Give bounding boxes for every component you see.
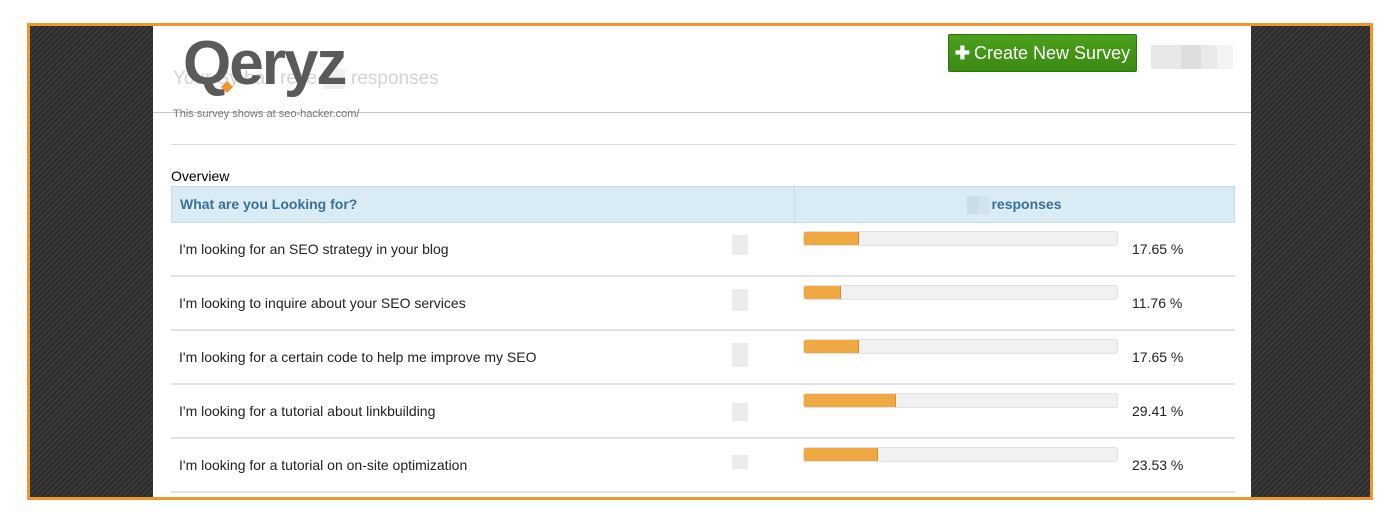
percent-value: 23.53 % (1132, 457, 1184, 473)
create-new-survey-button[interactable]: ✚ Create New Survey (948, 34, 1137, 72)
qeryz-logo[interactable]: Qeryz (183, 26, 393, 98)
total-responses-mask (967, 196, 990, 215)
screenshot-frame: Your Sy has rece responses Qeryz This sur… (27, 23, 1373, 500)
results-table: What are you Looking for? responses I'm … (171, 186, 1235, 493)
count-mask (732, 235, 748, 255)
create-new-survey-label: Create New Survey (974, 43, 1131, 63)
percent-bar-track (803, 447, 1118, 462)
responses-header-label: responses (991, 196, 1062, 212)
table-row: I'm looking to inquire about your SEO se… (171, 277, 1235, 331)
count-mask (732, 403, 748, 421)
survey-subtitle: This survey shows at seo-hacker.com/ (173, 108, 360, 120)
table-row: I'm looking for a tutorial about linkbui… (171, 385, 1235, 439)
survey-results-panel: Your Sy has rece responses Qeryz This sur… (153, 26, 1251, 497)
percent-bar-fill (804, 448, 878, 461)
count-mask (732, 289, 748, 311)
answer-label: I'm looking for a tutorial about linkbui… (179, 403, 436, 419)
table-row: I'm looking for a certain code to help m… (171, 331, 1235, 385)
percent-bar-fill (804, 340, 860, 353)
answer-label: I'm looking for a certain code to help m… (179, 349, 537, 365)
percent-bar-track (803, 231, 1118, 246)
table-row: I'm looking for an SEO strategy in your … (171, 223, 1235, 277)
logo-text: Qeryz (183, 29, 345, 98)
percent-bar-track (803, 393, 1118, 408)
percent-bar-fill (804, 394, 897, 407)
percent-value: 29.41 % (1132, 403, 1184, 419)
question-header: What are you Looking for? (172, 187, 795, 222)
percent-bar-fill (804, 232, 860, 245)
results-table-header: What are you Looking for? responses (171, 186, 1235, 223)
percent-value: 11.76 % (1132, 295, 1183, 311)
plus-icon: ✚ (954, 43, 971, 63)
percent-value: 17.65 % (1132, 241, 1184, 257)
responses-header: responses (795, 187, 1234, 222)
answer-label: I'm looking for a tutorial on on-site op… (179, 457, 468, 473)
answer-label: I'm looking for an SEO strategy in your … (179, 241, 449, 257)
user-account-mask[interactable] (1151, 45, 1233, 69)
overview-label: Overview (171, 168, 230, 184)
count-mask (732, 343, 748, 367)
percent-bar-track (803, 285, 1118, 300)
percent-bar-track (803, 339, 1118, 354)
table-row: I'm looking for a tutorial on on-site op… (171, 439, 1235, 493)
count-mask (732, 455, 748, 469)
section-divider (171, 144, 1235, 145)
answer-label: I'm looking to inquire about your SEO se… (179, 295, 466, 311)
percent-value: 17.65 % (1132, 349, 1184, 365)
percent-bar-fill (804, 286, 841, 299)
